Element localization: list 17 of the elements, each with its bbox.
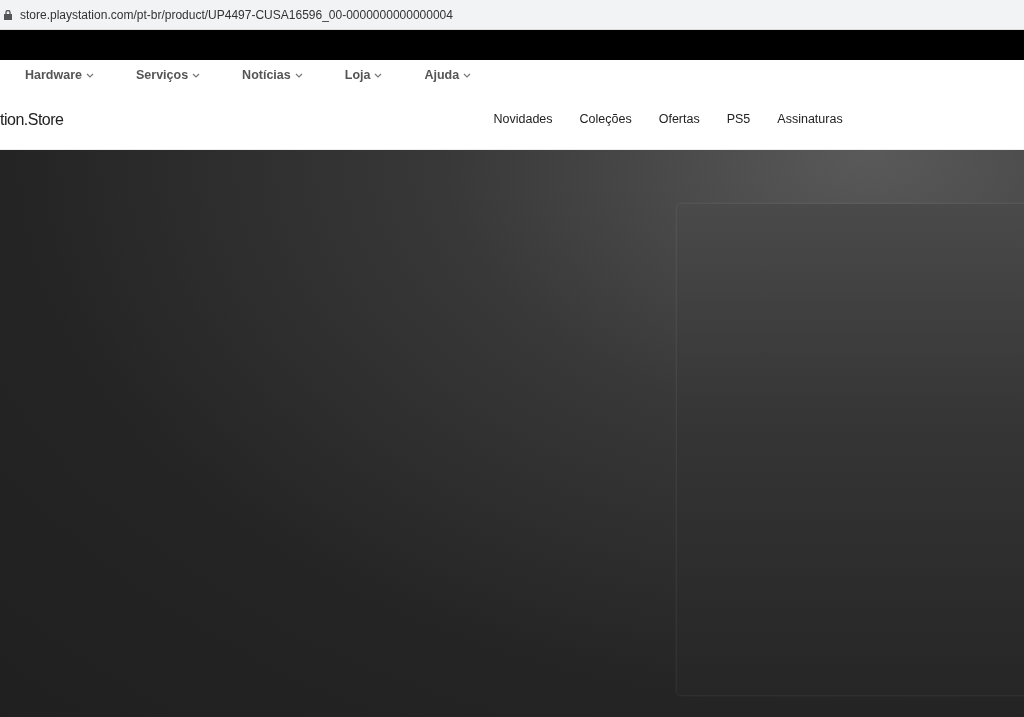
store-nav-link[interactable]: Novidades — [493, 110, 553, 129]
caret-icon — [294, 72, 303, 78]
nav-menu[interactable]: Ajuda — [424, 65, 472, 85]
store-nav-link[interactable]: Assinaturas — [777, 110, 843, 129]
store-logo[interactable]: tion.Store — [0, 107, 64, 132]
nav-menu[interactable]: Serviços — [136, 65, 201, 85]
nav-menu[interactable]: Hardware — [25, 65, 94, 85]
store-nav-link[interactable]: Ofertas — [658, 110, 700, 129]
store-nav-link[interactable]: PS5 — [726, 110, 751, 129]
caret-icon — [86, 72, 94, 78]
nav-menu[interactable]: Notícias — [242, 65, 303, 85]
caret-icon — [374, 72, 383, 78]
caret-icon — [463, 72, 472, 78]
caret-icon — [192, 72, 201, 78]
nav-menu[interactable]: Loja — [344, 65, 383, 85]
lock-icon — [4, 9, 12, 20]
store-nav-link[interactable]: Coleções — [579, 110, 632, 129]
